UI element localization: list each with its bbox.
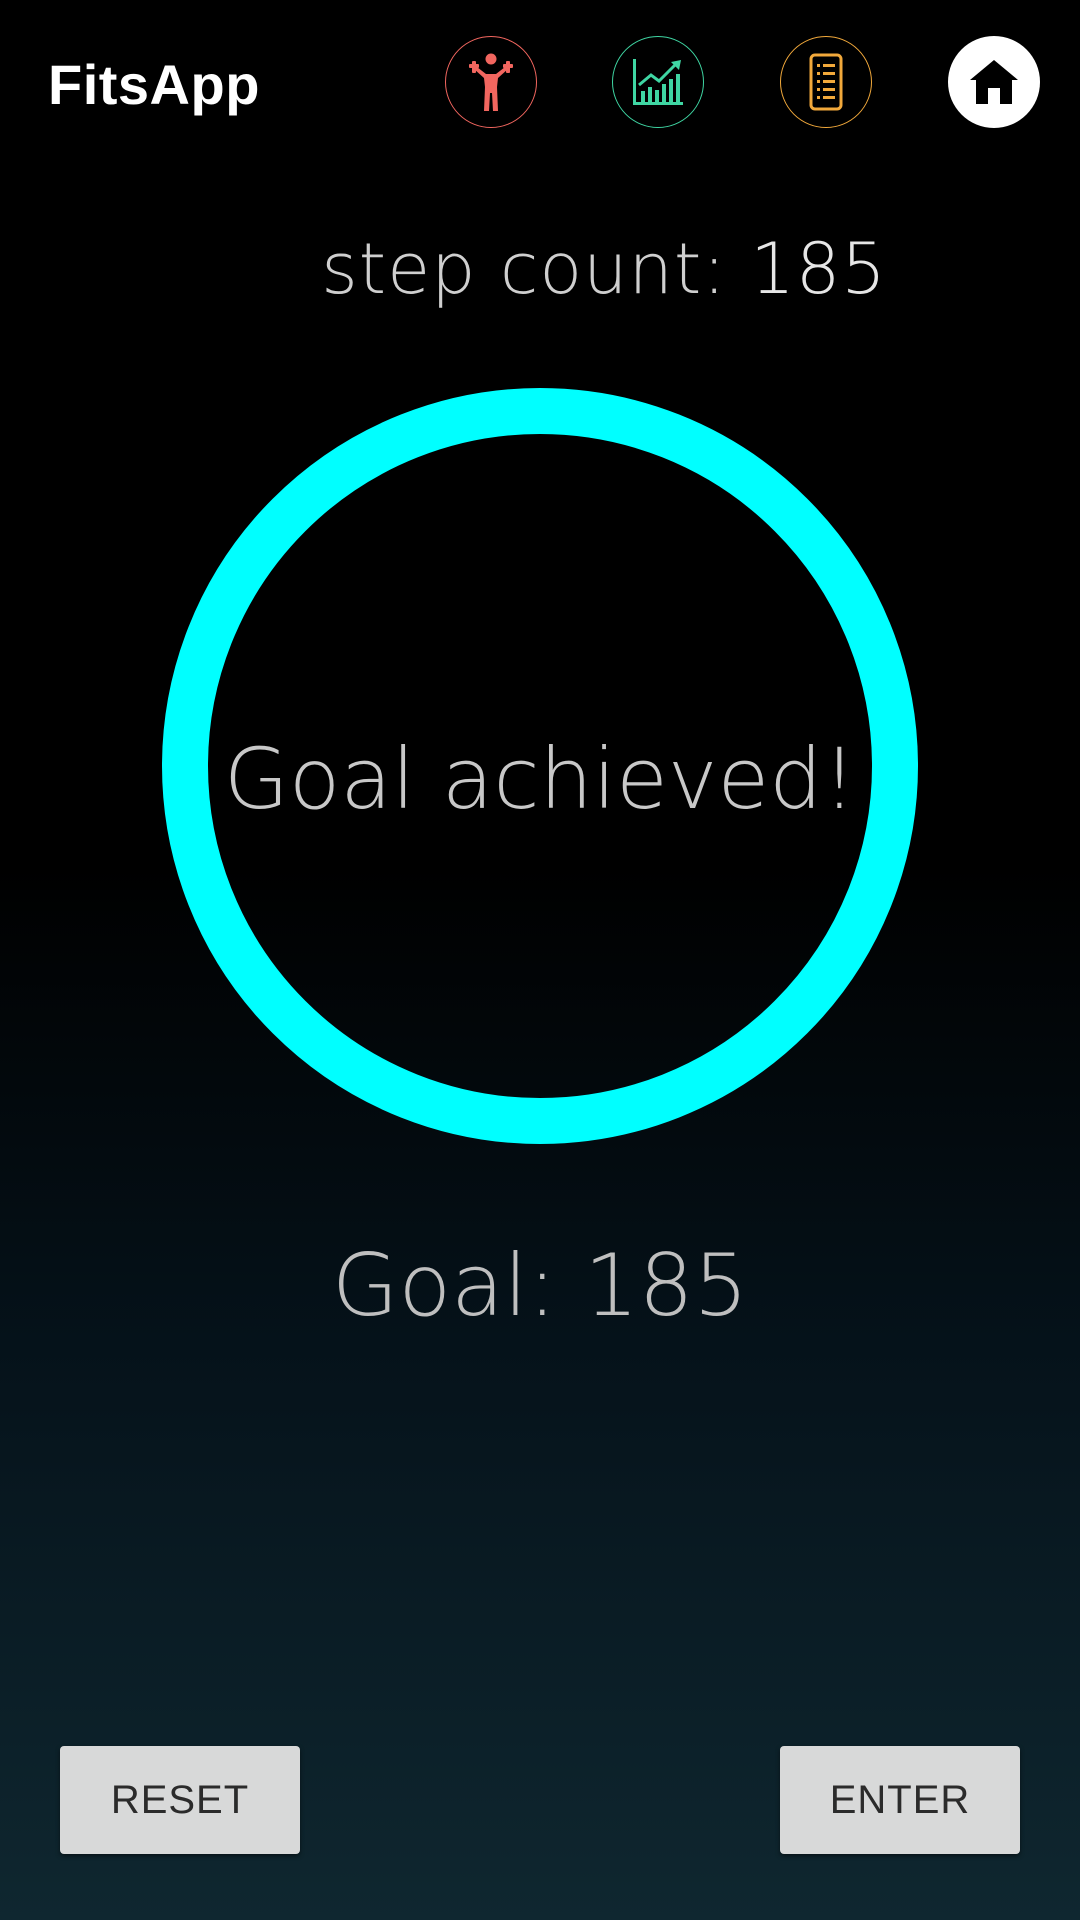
nav-stats-button[interactable]: [612, 36, 704, 128]
step-count: step count: 185: [0, 228, 1080, 310]
goal-value: Goal: 185: [331, 1236, 749, 1336]
goal-status-message: Goal achieved!: [223, 730, 857, 828]
workout-person-icon: [469, 53, 513, 111]
stats-chart-icon: [633, 59, 683, 105]
reset-button[interactable]: RESET: [60, 1746, 300, 1854]
nav-home-button[interactable]: [948, 36, 1040, 128]
nav-workout-button[interactable]: [445, 36, 537, 128]
app-title: FitsApp: [48, 53, 260, 116]
list-document-icon: [809, 53, 843, 111]
enter-button[interactable]: ENTER: [780, 1746, 1020, 1854]
step-count-value: 185: [750, 228, 887, 310]
home-icon: [970, 60, 1018, 104]
nav-list-button[interactable]: [780, 36, 872, 128]
step-count-label: step count:: [321, 228, 751, 310]
